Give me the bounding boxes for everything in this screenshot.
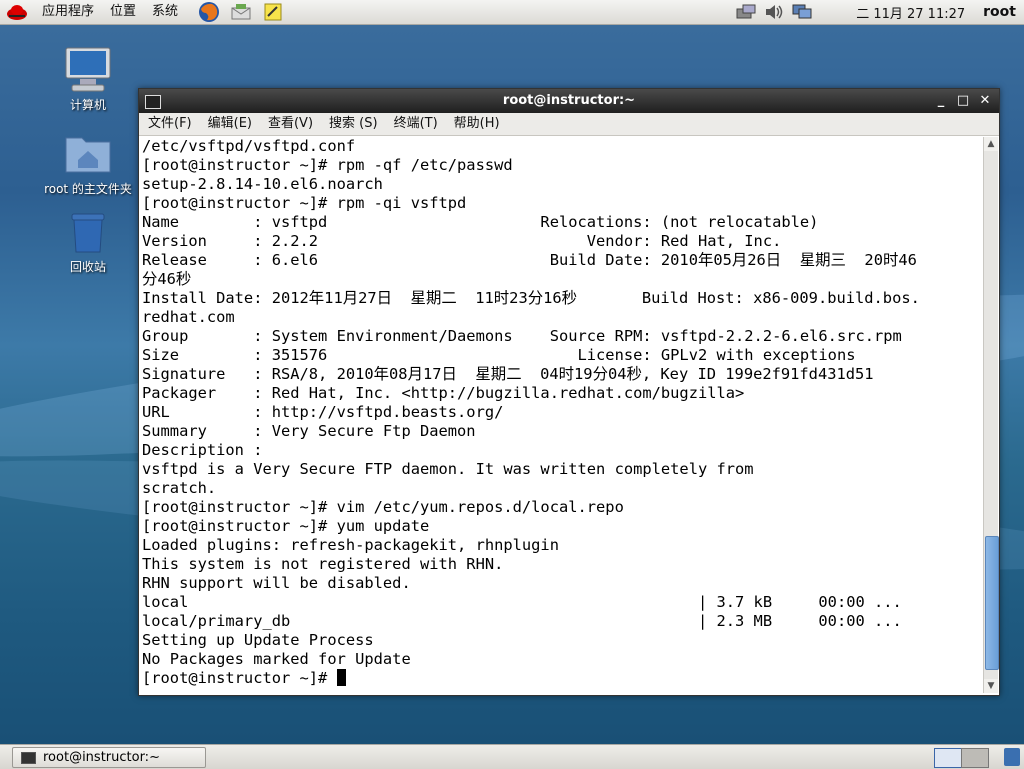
trash-icon — [64, 208, 112, 256]
menu-terminal[interactable]: 终端(T) — [387, 113, 445, 135]
workspace-2[interactable] — [961, 748, 989, 768]
home-folder-icon — [64, 130, 112, 178]
notes-launcher-icon[interactable] — [262, 1, 284, 23]
volume-tray-icon[interactable] — [763, 3, 785, 21]
terminal-line: [root@instructor ~]# rpm -qf /etc/passwd — [142, 156, 513, 174]
menu-view[interactable]: 查看(V) — [261, 113, 320, 135]
minimize-button[interactable]: _ — [931, 89, 951, 113]
terminal-line: [root@instructor ~]# yum update — [142, 517, 430, 535]
terminal-line: Description : — [142, 441, 263, 459]
terminal-prompt: [root@instructor ~]# — [142, 669, 337, 687]
close-button[interactable]: ✕ — [975, 89, 995, 113]
terminal-icon — [21, 752, 36, 764]
terminal-line: No Packages marked for Update — [142, 650, 411, 668]
menu-edit[interactable]: 编辑(E) — [201, 113, 259, 135]
terminal-line: scratch. — [142, 479, 217, 497]
terminal-line: 分46秒 — [142, 270, 192, 288]
terminal-line: [root@instructor ~]# rpm -qi vsftpd — [142, 194, 467, 212]
terminal-line: RHN support will be disabled. — [142, 574, 411, 592]
menu-search[interactable]: 搜索 (S) — [322, 113, 385, 135]
taskbar-terminal-button[interactable]: root@instructor:~ — [12, 747, 206, 768]
text-cursor — [336, 669, 346, 686]
panel-user-name[interactable]: root — [983, 4, 1016, 20]
terminal-line: Signature : RSA/8, 2010年08月17日 星期二 04时19… — [142, 365, 874, 383]
scroll-down-arrow-icon[interactable]: ▼ — [984, 679, 998, 693]
menu-help[interactable]: 帮助(H) — [447, 113, 507, 135]
desktop-icon-computer[interactable]: 计算机 — [38, 46, 138, 113]
terminal-line: This system is not registered with RHN. — [142, 555, 504, 573]
desktop-icon-label: 计算机 — [69, 98, 106, 112]
terminal-line: Group : System Environment/Daemons Sourc… — [142, 327, 902, 345]
terminal-line: Loaded plugins: refresh-packagekit, rhnp… — [142, 536, 559, 554]
firefox-launcher-icon[interactable] — [198, 1, 220, 23]
terminal-line: Size : 351576 License: GPLv2 with except… — [142, 346, 856, 364]
terminal-window: root@instructor:~ _ □ ✕ 文件(F) 编辑(E) 查看(V… — [138, 88, 1000, 696]
terminal-menubar: 文件(F) 编辑(E) 查看(V) 搜索 (S) 终端(T) 帮助(H) — [139, 113, 999, 136]
terminal-prompt-line[interactable]: [root@instructor ~]# — [142, 669, 984, 688]
bottom-panel: root@instructor:~ — [0, 744, 1024, 769]
scrollbar-thumb[interactable] — [985, 536, 999, 671]
trash-applet-icon[interactable] — [1004, 748, 1020, 766]
taskbar-button-label: root@instructor:~ — [43, 750, 160, 765]
terminal-line: /etc/vsftpd/vsftpd.conf — [142, 137, 356, 155]
terminal-line: local | 3.7 kB 00:00 ... — [142, 593, 902, 611]
menu-system[interactable]: 系统 — [144, 0, 186, 24]
terminal-line: local/primary_db | 2.3 MB 00:00 ... — [142, 612, 902, 630]
computer-icon — [64, 46, 112, 94]
terminal-line: setup-2.8.14-10.el6.noarch — [142, 175, 383, 193]
desktop-icon-label: root 的主文件夹 — [44, 182, 132, 196]
desktop-icon-trash[interactable]: 回收站 — [38, 208, 138, 275]
workspace-1[interactable] — [934, 748, 962, 768]
terminal-line: vsftpd is a Very Secure FTP daemon. It w… — [142, 460, 754, 478]
menu-places[interactable]: 位置 — [102, 0, 144, 24]
panel-clock[interactable]: 二 11月 27 11:27 — [856, 3, 965, 22]
terminal-output[interactable]: /etc/vsftpd/vsftpd.conf [root@instructor … — [140, 137, 984, 693]
terminal-line: Install Date: 2012年11月27日 星期二 11时23分16秒 … — [142, 289, 920, 307]
maximize-button[interactable]: □ — [953, 89, 973, 113]
window-title: root@instructor:~ — [502, 93, 636, 108]
terminal-line: URL : http://vsftpd.beasts.org/ — [142, 403, 504, 421]
window-titlebar[interactable]: root@instructor:~ _ □ ✕ — [139, 89, 999, 113]
top-panel: 应用程序 位置 系统 二 11月 27 11:27 root — [0, 0, 1024, 25]
mail-launcher-icon[interactable] — [230, 1, 252, 23]
terminal-line: Release : 6.el6 Build Date: 2010年05月26日 … — [142, 251, 917, 269]
terminal-line: redhat.com — [142, 308, 235, 326]
terminal-line: Summary : Very Secure Ftp Daemon — [142, 422, 476, 440]
scroll-up-arrow-icon[interactable]: ▲ — [984, 137, 998, 151]
desktop-icon-label: 回收站 — [69, 260, 106, 274]
terminal-line: Setting up Update Process — [142, 631, 374, 649]
terminal-scrollbar[interactable]: ▲ ▼ — [983, 137, 999, 693]
display-tray-icon[interactable] — [791, 3, 813, 21]
menu-file[interactable]: 文件(F) — [141, 113, 199, 135]
terminal-line: Version : 2.2.2 Vendor: Red Hat, Inc. — [142, 232, 782, 250]
terminal-line: Name : vsftpd Relocations: (not relocata… — [142, 213, 819, 231]
terminal-line: Packager : Red Hat, Inc. <http://bugzill… — [142, 384, 745, 402]
network-tray-icon[interactable] — [735, 3, 757, 21]
menu-applications[interactable]: 应用程序 — [34, 0, 102, 24]
redhat-logo-icon[interactable] — [6, 3, 28, 21]
desktop-icon-home[interactable]: root 的主文件夹 — [38, 130, 138, 197]
terminal-line: [root@instructor ~]# vim /etc/yum.repos.… — [142, 498, 624, 516]
